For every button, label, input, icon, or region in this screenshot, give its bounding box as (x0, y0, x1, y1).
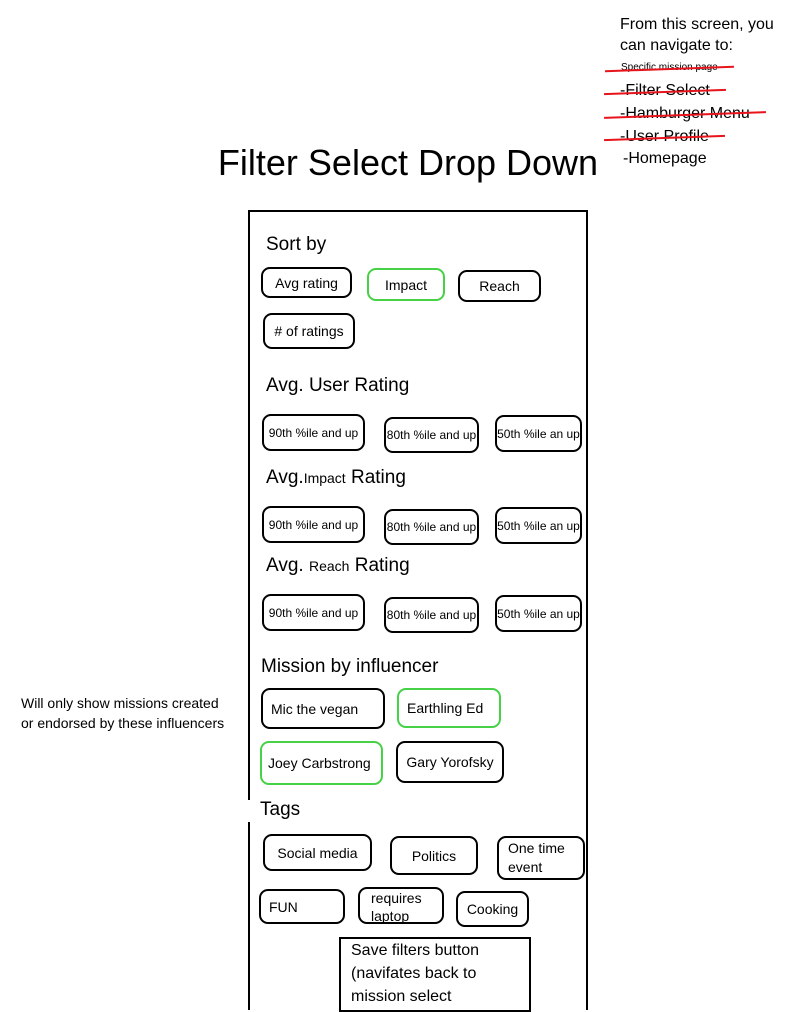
nav-item-filter-select: -Filter Select (620, 82, 710, 99)
navigation-note-intro: From this screen, you can navigate to: (620, 16, 774, 54)
tag-cooking-chip[interactable]: Cooking (456, 891, 529, 927)
tag-social-media-chip[interactable]: Social media (263, 834, 372, 871)
avg-reach-rating-prefix: Avg. (266, 555, 304, 576)
impact-rating-50th-chip[interactable]: 50th %ile an up (495, 507, 582, 544)
frame-gap (247, 800, 251, 822)
page-title: Filter Select Drop Down (217, 142, 599, 183)
user-rating-90th-chip[interactable]: 90th %ile and up (262, 414, 365, 451)
avg-reach-rating-heading: Avg. Reach Rating (266, 555, 410, 577)
avg-reach-rating-small: Reach (308, 558, 350, 574)
sort-avg-rating-chip[interactable]: Avg rating (261, 267, 352, 298)
sort-by-heading: Sort by (266, 234, 327, 255)
avg-impact-rating-suffix: Rating (350, 467, 406, 488)
user-rating-50th-chip[interactable]: 50th %ile an up (495, 415, 582, 452)
reach-rating-90th-chip[interactable]: 90th %ile and up (262, 594, 365, 631)
navigation-note: From this screen, you can navigate to: (620, 14, 795, 56)
tag-requires-laptop-chip[interactable]: requires laptop (358, 887, 444, 924)
reach-rating-50th-chip[interactable]: 50th %ile an up (495, 595, 582, 632)
avg-impact-rating-small: Impact (303, 470, 346, 486)
avg-impact-rating-heading: Avg.Impact Rating (266, 467, 406, 489)
tag-one-time-event-chip[interactable]: One time event (497, 836, 585, 880)
save-filters-button[interactable]: Save filters button (navifates back to m… (339, 937, 531, 1012)
sort-number-of-ratings-chip[interactable]: # of ratings (263, 313, 355, 349)
sort-reach-chip[interactable]: Reach (458, 270, 541, 302)
impact-rating-90th-chip[interactable]: 90th %ile and up (262, 506, 365, 543)
avg-reach-rating-suffix: Rating (354, 555, 410, 576)
reach-rating-80th-chip[interactable]: 80th %ile and up (384, 597, 479, 633)
tags-heading: Tags (260, 799, 301, 820)
sort-impact-chip[interactable]: Impact (367, 268, 445, 301)
avg-user-rating-heading: Avg. User Rating (266, 375, 410, 396)
nav-item-hamburger-menu: -Hamburger Menu (620, 105, 750, 122)
influencer-gary-yorofsky-chip[interactable]: Gary Yorofsky (396, 741, 504, 783)
influencer-joey-carbstrong-chip[interactable]: Joey Carbstrong (260, 741, 383, 785)
influencer-side-note: Will only show missions created or endor… (21, 695, 225, 731)
tag-politics-chip[interactable]: Politics (390, 836, 478, 875)
impact-rating-80th-chip[interactable]: 80th %ile and up (384, 509, 479, 545)
avg-impact-rating-prefix: Avg. (266, 467, 304, 488)
user-rating-80th-chip[interactable]: 80th %ile and up (384, 417, 479, 453)
mission-by-influencer-heading: Mission by influencer (261, 656, 439, 677)
influencer-mic-the-vegan-chip[interactable]: Mic the vegan (261, 688, 385, 729)
nav-item-specific-mission-page: Specific mission page (621, 62, 718, 73)
influencer-earthling-ed-chip[interactable]: Earthling Ed (397, 688, 501, 728)
tag-fun-chip[interactable]: FUN (259, 889, 345, 924)
